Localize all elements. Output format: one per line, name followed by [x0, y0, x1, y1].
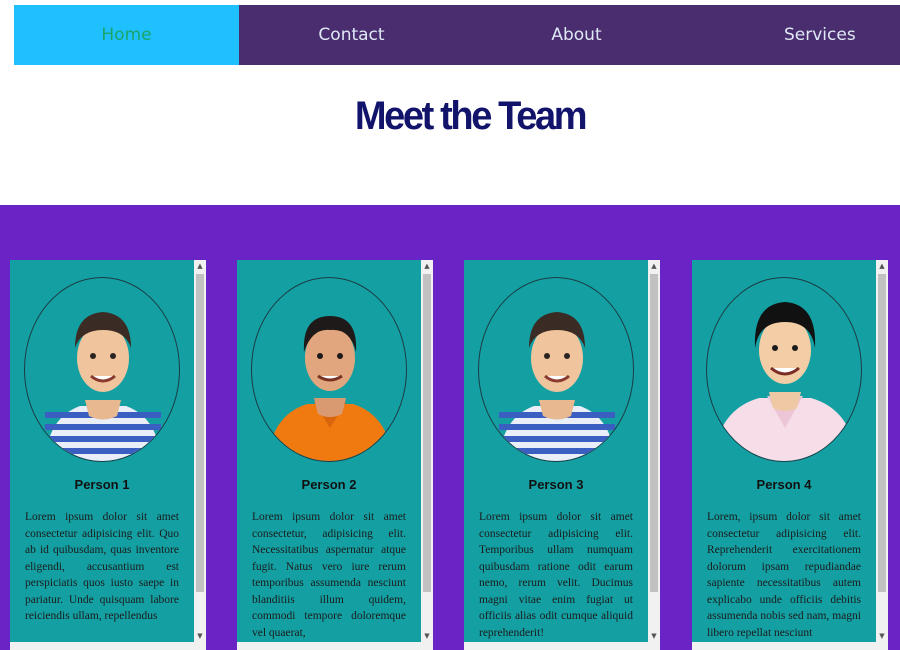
vertical-scrollbar[interactable]: ▲ ▼ — [876, 260, 888, 650]
scroll-thumb[interactable] — [196, 274, 204, 592]
horizontal-scrollbar[interactable] — [692, 642, 888, 650]
person-name: Person 3 — [528, 477, 584, 492]
scroll-thumb[interactable] — [878, 274, 886, 592]
scroll-up-arrow-icon[interactable]: ▲ — [876, 260, 888, 272]
person-bio: Lorem ipsum dolor sit amet consectetur, … — [252, 511, 406, 639]
man-striped-shirt-avatar-icon — [45, 312, 161, 461]
scroll-thumb[interactable] — [650, 274, 658, 592]
horizontal-scrollbar[interactable] — [464, 642, 660, 650]
avatar — [24, 277, 180, 462]
scroll-down-arrow-icon[interactable]: ▼ — [421, 630, 433, 642]
nav-item-contact[interactable]: Contact — [239, 5, 464, 65]
person-bio: Lorem ipsum dolor sit amet consectetur a… — [479, 511, 633, 639]
avatar — [706, 277, 862, 462]
vertical-scrollbar[interactable]: ▲ ▼ — [421, 260, 433, 650]
scroll-down-arrow-icon[interactable]: ▼ — [876, 630, 888, 642]
team-card: Person 2 Lorem ipsum dolor sit amet cons… — [237, 260, 433, 650]
avatar — [251, 277, 407, 462]
scroll-down-arrow-icon[interactable]: ▼ — [194, 630, 206, 642]
man-pink-shirt-avatar-icon — [713, 302, 857, 461]
vertical-scrollbar[interactable]: ▲ ▼ — [194, 260, 206, 650]
scroll-down-arrow-icon[interactable]: ▼ — [648, 630, 660, 642]
person-name: Person 1 — [74, 477, 130, 492]
scroll-up-arrow-icon[interactable]: ▲ — [421, 260, 433, 272]
team-card-content: Person 3 Lorem ipsum dolor sit amet cons… — [464, 260, 648, 650]
page-title: Meet the Team — [354, 94, 588, 138]
vertical-scrollbar[interactable]: ▲ ▼ — [648, 260, 660, 650]
team-card: Person 3 Lorem ipsum dolor sit amet cons… — [464, 260, 660, 650]
avatar — [478, 277, 634, 462]
team-card-content: Person 1 Lorem ipsum dolor sit amet cons… — [10, 260, 194, 650]
team-card: Person 1 Lorem ipsum dolor sit amet cons… — [10, 260, 206, 650]
horizontal-scrollbar[interactable] — [10, 642, 206, 650]
nav-item-home[interactable]: Home — [14, 5, 239, 65]
main-nav: Home Contact About Services — [14, 5, 900, 65]
team-card: Person 4 Lorem, ipsum dolor sit amet con… — [692, 260, 888, 650]
team-card-content: Person 4 Lorem, ipsum dolor sit amet con… — [692, 260, 876, 650]
person-name: Person 2 — [301, 477, 357, 492]
horizontal-scrollbar[interactable] — [237, 642, 433, 650]
nav-item-services[interactable]: Services — [689, 5, 900, 65]
person-bio: Lorem, ipsum dolor sit amet consectetur … — [707, 511, 861, 639]
scroll-up-arrow-icon[interactable]: ▲ — [648, 260, 660, 272]
man-orange-polo-avatar-icon — [268, 316, 392, 461]
person-bio: Lorem ipsum dolor sit amet consectetur a… — [25, 511, 179, 622]
nav-item-about[interactable]: About — [464, 5, 689, 65]
man-striped-shirt-avatar-icon — [499, 312, 615, 461]
person-name: Person 4 — [756, 477, 812, 492]
team-card-content: Person 2 Lorem ipsum dolor sit amet cons… — [237, 260, 421, 650]
scroll-up-arrow-icon[interactable]: ▲ — [194, 260, 206, 272]
scroll-thumb[interactable] — [423, 274, 431, 592]
